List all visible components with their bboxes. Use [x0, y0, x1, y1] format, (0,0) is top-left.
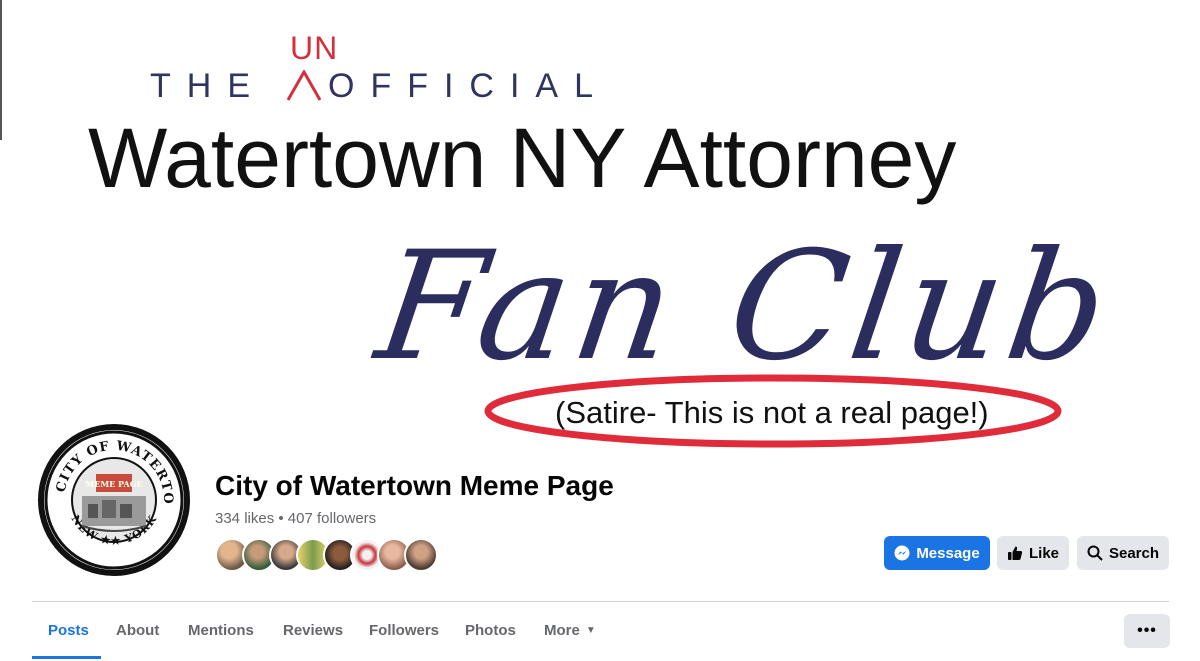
seal-banner-text: MEME PAGE: [85, 479, 142, 489]
satire-disclaimer: (Satire- This is not a real page!): [555, 395, 989, 430]
city-seal-logo: THE CITY OF WATERTOWN NEW ★★ YORK MEME P…: [38, 424, 190, 576]
message-button[interactable]: Message: [884, 536, 990, 570]
cover-official-text: OFFICIAL: [328, 67, 610, 105]
cover-edge-line: [0, 0, 2, 140]
cover-photo[interactable]: THE OFFICIAL UN Watertown NY Attorney Fa…: [0, 0, 1200, 470]
friend-avatars[interactable]: [215, 538, 445, 572]
like-button[interactable]: Like: [997, 536, 1069, 570]
search-button[interactable]: Search: [1077, 536, 1169, 570]
tab-photos[interactable]: Photos: [465, 622, 516, 639]
friend-avatar[interactable]: [404, 538, 438, 572]
message-button-label: Message: [916, 544, 980, 562]
like-button-label: Like: [1028, 544, 1059, 562]
active-tab-indicator: [32, 656, 101, 659]
profile-picture[interactable]: THE CITY OF WATERTOWN NEW ★★ YORK MEME P…: [34, 420, 194, 580]
tab-more-label: More: [544, 622, 580, 639]
tab-reviews[interactable]: Reviews: [283, 622, 343, 639]
tab-followers[interactable]: Followers: [369, 622, 439, 639]
more-options-button[interactable]: •••: [1124, 614, 1170, 648]
thumbs-up-icon: [1007, 546, 1023, 560]
cover-un-handwritten: UN: [290, 30, 339, 66]
tab-posts[interactable]: Posts: [48, 622, 89, 639]
tab-about[interactable]: About: [116, 622, 159, 639]
insert-caret-mark: [286, 70, 322, 101]
cover-the-text: THE: [150, 67, 266, 105]
page-tabs: Posts About Mentions Reviews Followers P…: [32, 602, 1170, 661]
page-stats[interactable]: 334 likes • 407 followers: [215, 510, 376, 527]
search-icon: [1087, 545, 1103, 561]
messenger-icon: [894, 545, 910, 561]
cover-script-title: Fan Club: [367, 220, 1124, 394]
ellipsis-icon: •••: [1137, 622, 1157, 639]
tab-mentions[interactable]: Mentions: [188, 622, 254, 639]
cover-headline: Watertown NY Attorney: [88, 111, 957, 205]
seal-graphic: THE CITY OF WATERTOWN NEW ★★ YORK MEME P…: [38, 424, 184, 570]
search-button-label: Search: [1108, 544, 1160, 562]
tab-more[interactable]: More ▼: [544, 622, 596, 639]
caret-down-icon: ▼: [585, 625, 596, 636]
page-title: City of Watertown Meme Page: [215, 470, 614, 501]
